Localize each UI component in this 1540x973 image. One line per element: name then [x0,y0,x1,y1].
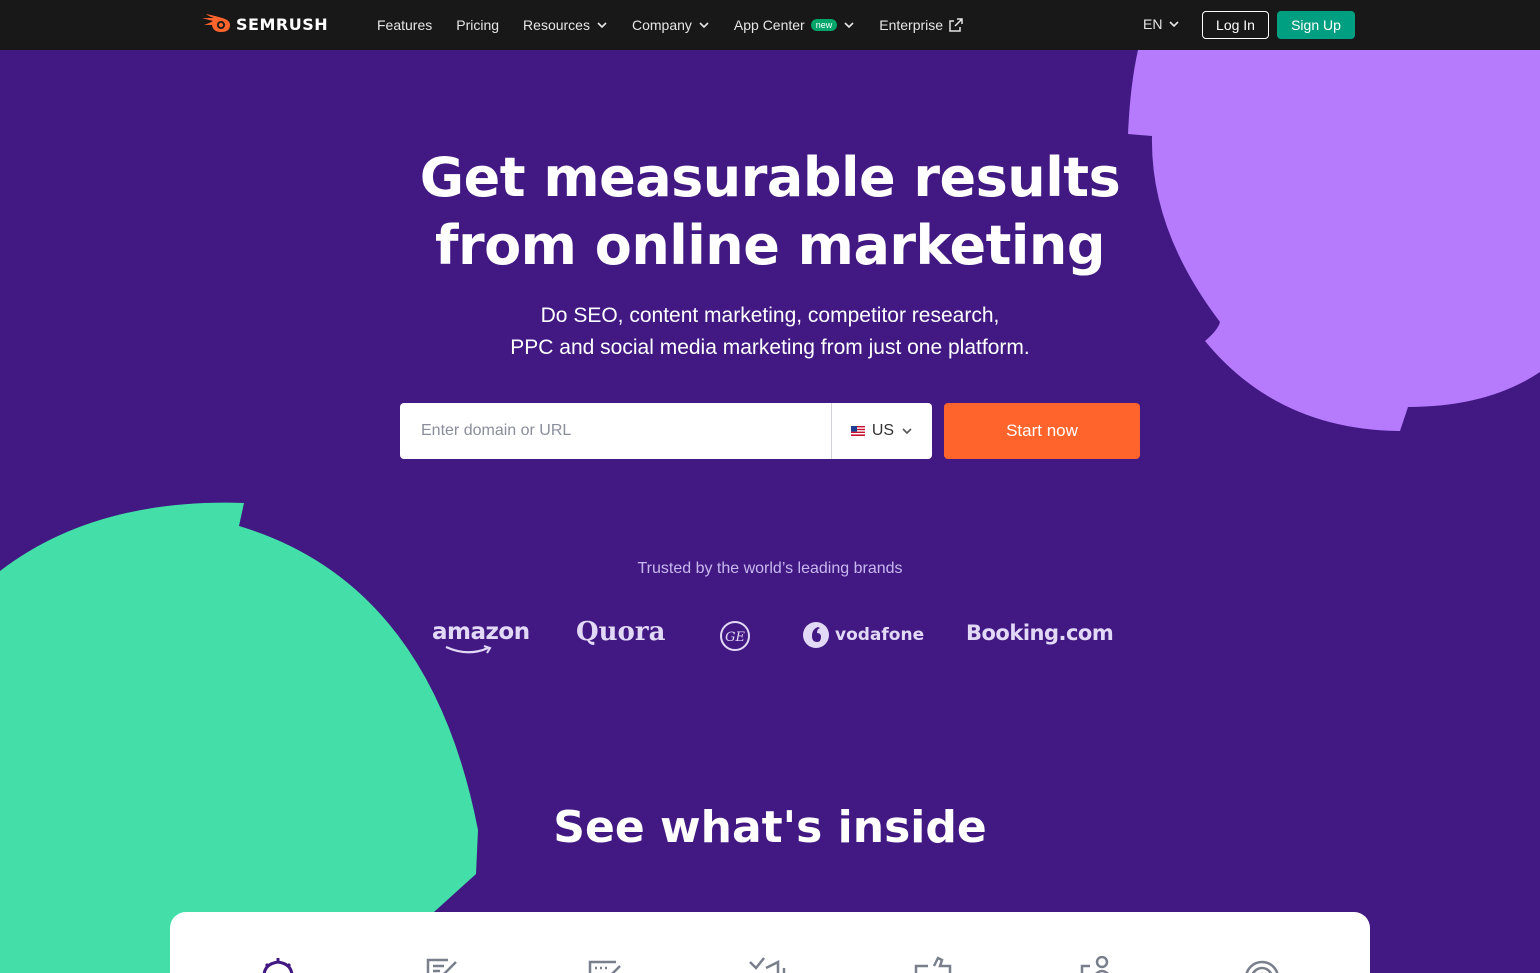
new-badge: new [810,19,838,31]
chevron-down-icon [699,22,709,29]
main-menu: Features Pricing Resources Company App C… [377,0,987,50]
nav-pricing-label: Pricing [456,17,500,33]
vodafone-logo-text: vodafone [835,625,925,645]
advertising-icon[interactable] [748,956,788,973]
domain-search-input[interactable] [400,403,832,459]
vodafone-logo: vodafone [802,621,924,649]
social-icon[interactable] [914,956,954,973]
hero-title-line-2: from online marketing [434,214,1106,277]
language-selector[interactable]: EN [1143,16,1180,32]
nav-company-label: Company [631,17,692,33]
ge-logo-icon: GE [720,621,750,651]
nav-resources[interactable]: Resources [523,17,608,33]
hero-subtitle-line-2: PPC and social media marketing from just… [510,336,1030,359]
nav-enterprise[interactable]: Enterprise [879,17,963,33]
chevron-down-icon [597,22,607,29]
content-icon[interactable] [422,956,462,973]
brand-logos: amazon Quora GE vodafone Booking.com [0,615,1540,659]
start-now-button[interactable]: Start now [944,403,1140,459]
nav-features-label: Features [377,17,433,33]
us-flag-icon [850,426,865,436]
local-icon[interactable] [586,956,626,973]
hero-subtitle-line-1: Do SEO, content marketing, competitor re… [540,304,1000,327]
chevron-down-icon [844,22,854,29]
seo-icon[interactable] [258,956,298,973]
semrush-logo[interactable]: SEMRUSH [200,14,328,34]
see-whats-inside-title: See what's inside [553,802,987,853]
features-card [170,912,1370,973]
nav-app-center-label: App Center [733,17,805,33]
amazon-smile-icon [445,645,492,654]
signup-button[interactable]: Sign Up [1277,11,1355,39]
pr-icon[interactable] [1242,956,1282,973]
nav-resources-label: Resources [523,17,590,33]
quora-logo: Quora [576,617,666,647]
amazon-logo-text: amazon [432,619,530,645]
domain-search-box: US [400,403,932,459]
ai-icon[interactable] [1078,956,1118,973]
vodafone-mark-icon [803,622,829,648]
nav-pricing[interactable]: Pricing [456,17,499,33]
nav-app-center[interactable]: App Center new [734,17,855,33]
chevron-down-icon [1169,21,1180,28]
nav-enterprise-label: Enterprise [879,17,944,33]
chevron-down-icon [902,428,912,435]
external-link-icon [949,18,963,32]
nav-features[interactable]: Features [377,17,432,33]
semrush-fireball-icon [202,14,230,32]
hero-title-line-1: Get measurable results [419,146,1121,209]
country-label: US [871,422,895,439]
language-label: EN [1143,16,1163,32]
ge-logo-text: GE [725,630,745,645]
trusted-label: Trusted by the world’s leading brands [637,560,903,577]
logo-text: SEMRUSH [236,14,329,34]
nav-company[interactable]: Company [632,17,710,33]
hero-title: Get measurable results from online marke… [0,144,1540,280]
top-navigation: SEMRUSH Features Pricing Resources Compa… [0,0,1540,50]
booking-logo: Booking.com [966,621,1114,645]
ge-logo: GE [719,620,751,657]
country-selector[interactable]: US [832,403,932,459]
amazon-logo: amazon [432,619,530,654]
hero-subtitle: Do SEO, content marketing, competitor re… [0,300,1540,364]
login-button[interactable]: Log In [1202,11,1269,39]
